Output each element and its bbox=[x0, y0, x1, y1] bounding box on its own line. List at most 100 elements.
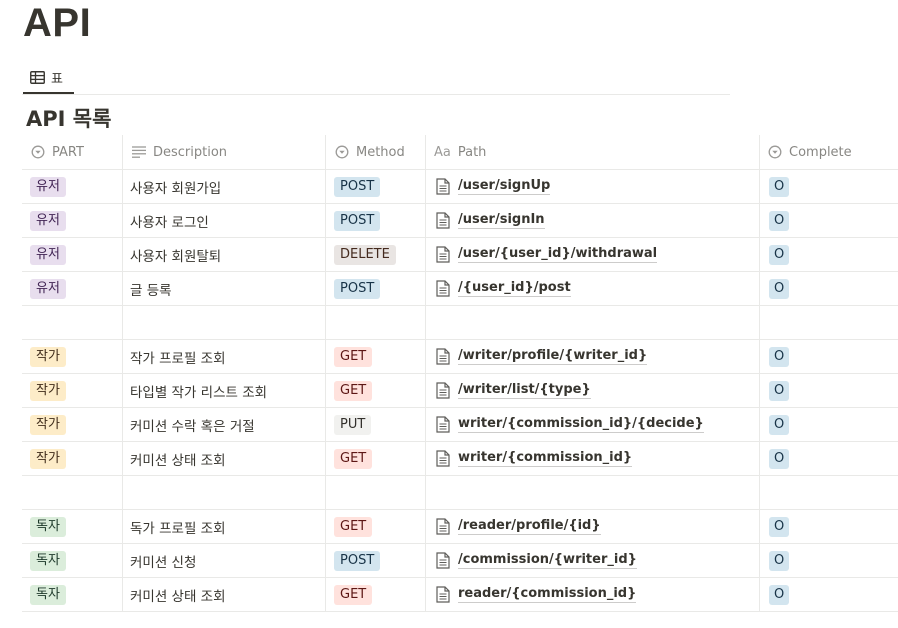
cell-method[interactable]: POST bbox=[325, 544, 425, 577]
cell-description[interactable]: 커미션 상태 조회 bbox=[122, 578, 325, 611]
cell-part[interactable]: 유저 bbox=[22, 272, 122, 305]
cell-complete[interactable]: O bbox=[759, 238, 898, 271]
cell-part[interactable]: 작가 bbox=[22, 408, 122, 441]
cell-method[interactable]: GET bbox=[325, 374, 425, 407]
cell-path[interactable]: /commission/{writer_id} bbox=[425, 544, 759, 577]
cell-path[interactable] bbox=[425, 306, 759, 339]
table-row[interactable]: 작가 타입별 작가 리스트 조회 GET/writer/list/{type} O bbox=[22, 374, 898, 408]
cell-part[interactable]: 독자 bbox=[22, 544, 122, 577]
cell-method[interactable] bbox=[325, 306, 425, 339]
path-link[interactable]: reader/{commission_id} bbox=[458, 586, 637, 603]
cell-complete[interactable] bbox=[759, 476, 898, 509]
cell-complete[interactable]: O bbox=[759, 170, 898, 203]
cell-method[interactable]: GET bbox=[325, 578, 425, 611]
path-link[interactable]: writer/{commission_id}/{decide} bbox=[458, 416, 704, 433]
cell-path[interactable]: /writer/list/{type} bbox=[425, 374, 759, 407]
column-header-path[interactable]: Aa Path bbox=[425, 135, 759, 169]
cell-part[interactable]: 유저 bbox=[22, 170, 122, 203]
part-tag: 작가 bbox=[30, 346, 66, 367]
cell-description[interactable]: 작가 프로필 조회 bbox=[122, 340, 325, 373]
cell-path[interactable]: /{user_id}/post bbox=[425, 272, 759, 305]
cell-description[interactable]: 글 등록 bbox=[122, 272, 325, 305]
part-tag: 유저 bbox=[30, 176, 66, 197]
cell-description[interactable] bbox=[122, 306, 325, 339]
part-tag: 작가 bbox=[30, 448, 66, 469]
path-link[interactable]: /writer/list/{type} bbox=[458, 382, 591, 399]
cell-complete[interactable]: O bbox=[759, 578, 898, 611]
cell-part[interactable]: 유저 bbox=[22, 238, 122, 271]
description-text: 타입별 작가 리스트 조회 bbox=[130, 384, 268, 401]
cell-complete[interactable]: O bbox=[759, 544, 898, 577]
cell-part[interactable]: 독자 bbox=[22, 578, 122, 611]
cell-description[interactable]: 사용자 로그인 bbox=[122, 204, 325, 237]
path-link[interactable]: /writer/profile/{writer_id} bbox=[458, 348, 648, 365]
cell-path[interactable]: writer/{commission_id}/{decide} bbox=[425, 408, 759, 441]
cell-part[interactable]: 작가 bbox=[22, 340, 122, 373]
cell-part[interactable] bbox=[22, 306, 122, 339]
table-row[interactable]: 작가 커미션 상태 조회 GET writer/{commission_id} O bbox=[22, 442, 898, 476]
cell-path[interactable] bbox=[425, 476, 759, 509]
table-row[interactable]: 작가 작가 프로필 조회 GET/writer/profile/{writer_id… bbox=[22, 340, 898, 374]
table-row[interactable]: 유저 글 등록 POST /{user_id}/post O bbox=[22, 272, 898, 306]
cell-complete[interactable]: O bbox=[759, 204, 898, 237]
column-header-description[interactable]: Description bbox=[122, 135, 325, 169]
table-row[interactable]: 작가 커미션 수락 혹은 거절 PUT writer/{commission_id}/… bbox=[22, 408, 898, 442]
path-link[interactable]: /{user_id}/post bbox=[458, 280, 571, 297]
cell-complete[interactable]: O bbox=[759, 374, 898, 407]
path-link[interactable]: /user/{user_id}/withdrawal bbox=[458, 246, 658, 263]
cell-description[interactable]: 타입별 작가 리스트 조회 bbox=[122, 374, 325, 407]
cell-description[interactable]: 커미션 상태 조회 bbox=[122, 442, 325, 475]
cell-description[interactable]: 커미션 수락 혹은 거절 bbox=[122, 408, 325, 441]
cell-part[interactable]: 작가 bbox=[22, 374, 122, 407]
cell-method[interactable]: PUT bbox=[325, 408, 425, 441]
cell-description[interactable]: 사용자 회원가입 bbox=[122, 170, 325, 203]
path-link[interactable]: /user/signIn bbox=[458, 212, 545, 229]
cell-path[interactable]: writer/{commission_id} bbox=[425, 442, 759, 475]
cell-part[interactable]: 독자 bbox=[22, 510, 122, 543]
cell-description[interactable]: 사용자 회원탈퇴 bbox=[122, 238, 325, 271]
cell-method[interactable]: GET bbox=[325, 340, 425, 373]
table-row[interactable]: 독자 커미션 상태 조회 GET reader/{commission_id} O bbox=[22, 578, 898, 612]
cell-method[interactable]: POST bbox=[325, 204, 425, 237]
cell-complete[interactable] bbox=[759, 306, 898, 339]
path-link[interactable]: writer/{commission_id} bbox=[458, 450, 633, 467]
table-row[interactable]: 독자 독가 프로필 조회 GET/reader/profile/{id} O bbox=[22, 510, 898, 544]
path-link[interactable]: /user/signUp bbox=[458, 178, 551, 195]
database-title[interactable]: API 목록 bbox=[26, 104, 111, 134]
column-header-part[interactable]: PART bbox=[22, 135, 122, 169]
cell-method[interactable]: POST bbox=[325, 170, 425, 203]
cell-complete[interactable]: O bbox=[759, 340, 898, 373]
cell-complete[interactable]: O bbox=[759, 408, 898, 441]
path-link[interactable]: /commission/{writer_id} bbox=[458, 552, 637, 569]
table-row[interactable]: 독자 커미션 신청 POST/commission/{writer_id} O bbox=[22, 544, 898, 578]
path-link[interactable]: /reader/profile/{id} bbox=[458, 518, 601, 535]
cell-part[interactable]: 유저 bbox=[22, 204, 122, 237]
cell-part[interactable]: 작가 bbox=[22, 442, 122, 475]
cell-complete[interactable]: O bbox=[759, 272, 898, 305]
table-row-empty[interactable] bbox=[22, 476, 898, 510]
table-row[interactable]: 유저 사용자 로그인 POST/user/signIn O bbox=[22, 204, 898, 238]
cell-description[interactable] bbox=[122, 476, 325, 509]
table-row[interactable]: 유저 사용자 회원탈퇴 DELETE/user/{user_id}/withdraw… bbox=[22, 238, 898, 272]
cell-method[interactable] bbox=[325, 476, 425, 509]
cell-path[interactable]: /reader/profile/{id} bbox=[425, 510, 759, 543]
cell-method[interactable]: GET bbox=[325, 442, 425, 475]
cell-complete[interactable]: O bbox=[759, 510, 898, 543]
cell-path[interactable]: /writer/profile/{writer_id} bbox=[425, 340, 759, 373]
cell-method[interactable]: GET bbox=[325, 510, 425, 543]
cell-part[interactable] bbox=[22, 476, 122, 509]
cell-path[interactable]: /user/{user_id}/withdrawal bbox=[425, 238, 759, 271]
cell-complete[interactable]: O bbox=[759, 442, 898, 475]
column-header-complete[interactable]: Complete bbox=[759, 135, 898, 169]
cell-description[interactable]: 독가 프로필 조회 bbox=[122, 510, 325, 543]
column-header-method[interactable]: Method bbox=[325, 135, 425, 169]
table-row-empty[interactable] bbox=[22, 306, 898, 340]
tab-table-view[interactable]: 표 bbox=[23, 62, 74, 94]
cell-path[interactable]: reader/{commission_id} bbox=[425, 578, 759, 611]
cell-description[interactable]: 커미션 신청 bbox=[122, 544, 325, 577]
cell-method[interactable]: POST bbox=[325, 272, 425, 305]
cell-path[interactable]: /user/signIn bbox=[425, 204, 759, 237]
table-row[interactable]: 유저 사용자 회원가입 POST/user/signUp O bbox=[22, 170, 898, 204]
cell-method[interactable]: DELETE bbox=[325, 238, 425, 271]
cell-path[interactable]: /user/signUp bbox=[425, 170, 759, 203]
